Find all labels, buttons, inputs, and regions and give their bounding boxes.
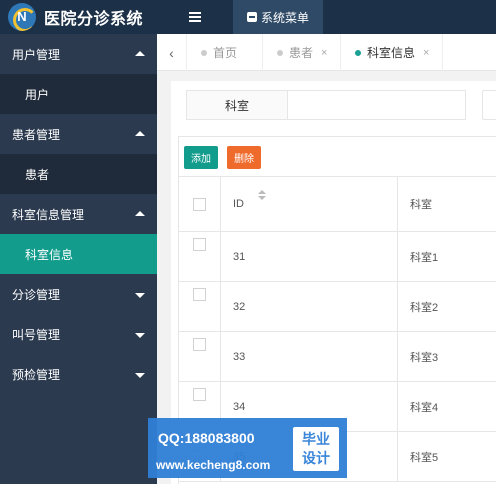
cell-id: 33 <box>221 332 398 381</box>
cell-department: 科室4 <box>410 401 439 414</box>
tab-label: 科室信息 <box>367 46 416 60</box>
watermark-url: www.kecheng8.com <box>156 458 271 472</box>
sidebar-group-label: 预检管理 <box>12 367 61 382</box>
row-checkbox-cell <box>179 282 221 331</box>
watermark-qq: QQ:188083800 <box>158 430 255 446</box>
cell-department: 科室5 <box>410 451 439 464</box>
system-menu-tab[interactable]: 系统菜单 <box>233 0 323 34</box>
app-title: 医院分诊系统 <box>44 11 144 28</box>
column-header-id[interactable]: ID <box>221 177 398 231</box>
cell-department: 科室3 <box>410 351 439 364</box>
top-header: N 医院分诊系统 系统菜单 <box>0 0 496 34</box>
column-header-label: 科室 <box>410 199 432 211</box>
table-header-row: ID 科室 <box>179 177 496 232</box>
system-menu-icon <box>246 12 257 22</box>
tab-patient[interactable]: 患者 × <box>263 34 341 71</box>
app-logo-area: N 医院分诊系统 <box>0 0 157 34</box>
watermark-badge-line1: 毕业 <box>302 431 330 447</box>
search-button[interactable] <box>482 90 496 120</box>
sidebar: 用户管理 用户 患者管理 患者 科室信息管理 科室信息 分诊管理 叫号管理 预检… <box>0 34 157 484</box>
row-checkbox[interactable] <box>193 388 206 401</box>
tab-dot-icon <box>355 49 361 56</box>
chevron-up-icon <box>135 131 145 136</box>
delete-button[interactable]: 删除 <box>227 146 261 169</box>
column-header-label: ID <box>233 198 244 210</box>
search-input[interactable] <box>288 91 465 119</box>
close-icon[interactable]: × <box>423 47 429 59</box>
menu-lines-icon <box>189 12 201 22</box>
system-menu-label: 系统菜单 <box>260 10 309 25</box>
row-checkbox[interactable] <box>193 338 206 351</box>
chevron-down-icon <box>135 333 145 338</box>
watermark-banner: QQ:188083800 www.kecheng8.com 毕业 设计 <box>148 418 347 478</box>
chevron-up-icon <box>135 51 145 56</box>
sidebar-item-department-info[interactable]: 科室信息 <box>0 234 157 274</box>
sidebar-group-department-management[interactable]: 科室信息管理 <box>0 194 157 234</box>
row-checkbox-cell <box>179 332 221 381</box>
table-row: 33 科室3 <box>179 332 496 382</box>
table-row: 31 科室1 <box>179 232 496 282</box>
cell-department: 科室2 <box>410 301 439 314</box>
close-icon[interactable]: × <box>321 47 327 59</box>
select-all-cell <box>179 177 221 231</box>
menu-toggle-button[interactable] <box>157 0 233 34</box>
chevron-left-icon[interactable]: ‹ <box>157 34 187 71</box>
column-header-department: 科室 <box>398 177 496 231</box>
logo-letter: N <box>17 9 27 24</box>
sort-icon[interactable] <box>258 190 266 202</box>
chevron-down-icon <box>135 293 145 298</box>
sidebar-item-label: 患者 <box>25 167 50 182</box>
sidebar-item-user[interactable]: 用户 <box>0 74 157 114</box>
sidebar-item-patient[interactable]: 患者 <box>0 154 157 194</box>
tab-department-info[interactable]: 科室信息 × <box>341 34 443 71</box>
sidebar-group-label: 叫号管理 <box>12 327 61 342</box>
tab-bar: ‹ 首页 患者 × 科室信息 × <box>157 34 496 71</box>
sidebar-group-call-management[interactable]: 叫号管理 <box>0 314 157 354</box>
table-row: 32 科室2 <box>179 282 496 332</box>
cell-department: 科室1 <box>410 251 439 264</box>
sidebar-group-user-management[interactable]: 用户管理 <box>0 34 157 74</box>
chevron-up-icon <box>135 211 145 216</box>
search-form: 科室 <box>186 90 466 120</box>
table-toolbar: 添加 删除 <box>179 137 496 177</box>
sidebar-group-triage-management[interactable]: 分诊管理 <box>0 274 157 314</box>
chevron-down-icon <box>135 373 145 378</box>
tab-label: 首页 <box>213 46 238 60</box>
tab-dot-icon <box>201 49 207 56</box>
sidebar-group-patient-management[interactable]: 患者管理 <box>0 114 157 154</box>
sidebar-group-label: 用户管理 <box>12 47 61 62</box>
select-all-checkbox[interactable] <box>193 197 206 211</box>
tab-dot-icon <box>277 49 283 56</box>
sidebar-group-label: 患者管理 <box>12 127 61 142</box>
add-button[interactable]: 添加 <box>184 146 218 169</box>
watermark-badge-line2: 设计 <box>302 450 330 466</box>
row-checkbox-cell <box>179 232 221 281</box>
sidebar-item-label: 用户 <box>25 87 50 102</box>
sidebar-group-label: 分诊管理 <box>12 287 61 302</box>
sidebar-group-label: 科室信息管理 <box>12 207 85 222</box>
search-label: 科室 <box>187 91 288 119</box>
tab-home[interactable]: 首页 <box>187 34 263 71</box>
watermark-badge: 毕业 设计 <box>293 427 339 471</box>
row-checkbox[interactable] <box>193 238 206 251</box>
sidebar-group-precheck-management[interactable]: 预检管理 <box>0 354 157 394</box>
cell-id: 31 <box>221 232 398 281</box>
logo-icon: N <box>8 3 36 31</box>
tab-label: 患者 <box>289 46 314 60</box>
cell-id: 32 <box>221 282 398 331</box>
sidebar-item-label: 科室信息 <box>25 247 74 262</box>
row-checkbox[interactable] <box>193 288 206 301</box>
